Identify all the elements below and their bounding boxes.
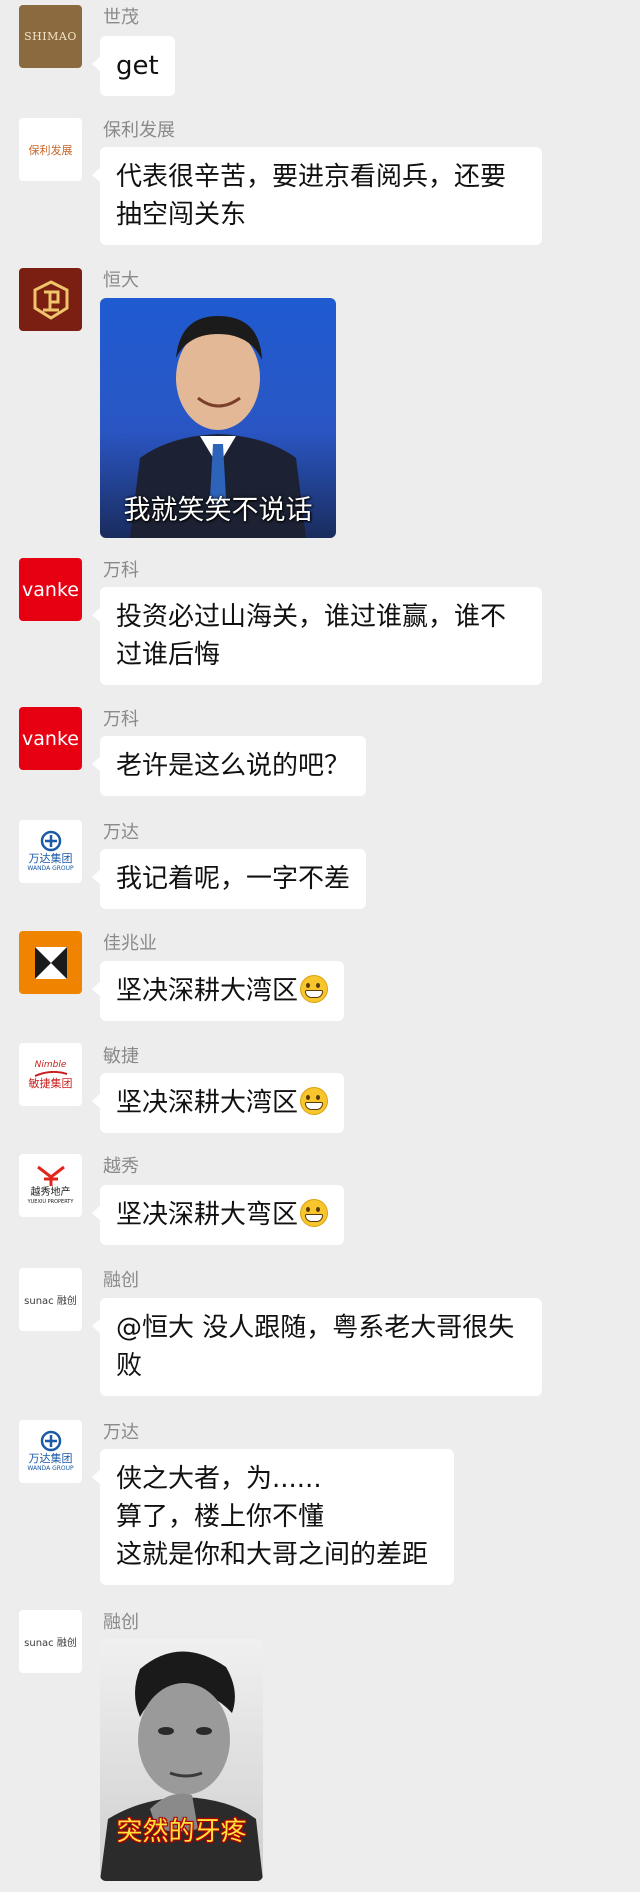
avatar-shimao[interactable]: SHIMAO bbox=[19, 5, 82, 68]
message-bubble[interactable]: 坚决深耕大湾区 bbox=[91, 961, 345, 1021]
message-text-row: 坚决深耕大湾区 bbox=[116, 972, 329, 1010]
avatar-wanda[interactable]: 万达集团 WANDA GROUP bbox=[19, 820, 82, 883]
avatar-vanke[interactable]: vanke bbox=[19, 707, 82, 770]
yuexiu-logo-text: 越秀地产 bbox=[30, 1187, 71, 1198]
grinning-face-emoji bbox=[300, 1087, 329, 1115]
message-text-line: @恒大 没人跟随，粤系老大哥很失 bbox=[116, 1313, 515, 1343]
sticker-image[interactable]: 突然的牙疼 bbox=[100, 1639, 263, 1881]
message-text-line: 代表很辛苦，要进京看阅兵，还要 bbox=[116, 162, 507, 192]
sender-name: 万科 bbox=[103, 709, 139, 730]
shimao-logo: SHIMAO bbox=[24, 30, 77, 43]
avatar-wanda[interactable]: 万达集团 WANDA GROUP bbox=[19, 1420, 82, 1483]
sender-name: 敏捷 bbox=[103, 1046, 139, 1067]
message-text-line: 侠之大者，为...... bbox=[116, 1464, 322, 1494]
yuexiu-logo-sub: YUEXIU PROPERTY bbox=[27, 1199, 74, 1205]
message-text-row: 坚决深耕大弯区 bbox=[116, 1196, 329, 1234]
wanda-logo-sub: WANDA GROUP bbox=[27, 865, 74, 872]
message-text-row: 坚决深耕大湾区 bbox=[116, 1084, 329, 1122]
message-text: 坚决深耕大湾区 bbox=[116, 976, 299, 1006]
grinning-face-emoji bbox=[300, 1199, 329, 1227]
message-text: 坚决深耕大弯区 bbox=[116, 1200, 299, 1230]
message-text-line: 抽空闯关东 bbox=[116, 200, 247, 230]
grinning-face-emoji bbox=[300, 975, 329, 1003]
sunac-logo: sunac 融创 bbox=[24, 1296, 77, 1307]
message-text: 我记着呢，一字不差 bbox=[116, 864, 351, 894]
avatar-yuexiu[interactable]: 越秀地产 YUEXIU PROPERTY bbox=[19, 1154, 82, 1217]
message-text-line: 算了，楼上你不懂 bbox=[116, 1502, 325, 1532]
vanke-logo: vanke bbox=[22, 578, 79, 601]
sticker-caption: 我就笑笑不说话 bbox=[123, 495, 313, 526]
chat-window[interactable]: SHIMAO 世茂 get 保利发展 保利发展 代表很辛苦，要进京看阅兵，还要 … bbox=[0, 0, 640, 1892]
kaisa-logo-icon bbox=[34, 946, 67, 979]
message-text-line: 这就是你和大哥之间的差距 bbox=[116, 1540, 429, 1570]
sender-name: 万科 bbox=[103, 560, 139, 581]
message-text: 老许是这么说的吧？ bbox=[116, 751, 351, 781]
message-bubble[interactable]: 代表很辛苦，要进京看阅兵，还要 抽空闯关东 bbox=[92, 147, 542, 245]
wanda-logo-icon bbox=[40, 1430, 61, 1452]
avatar-evergrande[interactable] bbox=[19, 268, 82, 331]
message-bubble[interactable]: 坚决深耕大弯区 bbox=[91, 1185, 345, 1245]
avatar-vanke[interactable]: vanke bbox=[19, 558, 82, 621]
message-bubble[interactable]: get bbox=[92, 36, 175, 96]
sender-name: 万达 bbox=[103, 822, 139, 843]
message-bubble[interactable]: 侠之大者，为...... 算了，楼上你不懂 这就是你和大哥之间的差距 bbox=[92, 1449, 454, 1585]
wanda-logo-text: 万达集团 bbox=[28, 1452, 73, 1465]
wanda-logo-sub: WANDA GROUP bbox=[27, 1465, 74, 1472]
vanke-logo: vanke bbox=[22, 727, 79, 750]
sender-name: 佳兆业 bbox=[103, 933, 157, 954]
sender-name: 越秀 bbox=[103, 1156, 139, 1177]
message-bubble[interactable]: 投资必过山海关，谁过谁赢，谁不 过谁后悔 bbox=[92, 587, 542, 685]
sender-name: 万达 bbox=[103, 1422, 139, 1443]
sender-name: 恒大 bbox=[103, 270, 139, 291]
message-text-line: 败 bbox=[116, 1351, 143, 1381]
avatar-nimble[interactable]: Nimble 敏捷集团 bbox=[19, 1043, 82, 1106]
wanda-logo-icon bbox=[40, 830, 61, 852]
message-text: 坚决深耕大湾区 bbox=[116, 1088, 299, 1118]
message-bubble[interactable]: 老许是这么说的吧？ bbox=[91, 736, 367, 796]
message-bubble[interactable]: 坚决深耕大湾区 bbox=[91, 1073, 345, 1133]
message-text-line: 投资必过山海关，谁过谁赢，谁不 bbox=[116, 602, 507, 632]
poly-logo: 保利发展 bbox=[28, 143, 73, 157]
yuexiu-logo-icon bbox=[36, 1165, 65, 1186]
evergrande-logo-icon bbox=[33, 279, 68, 320]
wanda-logo-text: 万达集团 bbox=[28, 852, 73, 865]
sender-name: 保利发展 bbox=[103, 120, 175, 141]
sticker-caption: 突然的牙疼 bbox=[116, 1817, 247, 1847]
sticker-image[interactable]: 我就笑笑不说话 bbox=[100, 298, 336, 538]
message-text: get bbox=[116, 51, 159, 81]
avatar-kaisa[interactable] bbox=[19, 931, 82, 994]
sender-name: 世茂 bbox=[103, 7, 139, 28]
avatar-sunac[interactable]: sunac 融创 bbox=[19, 1268, 82, 1331]
message-bubble[interactable]: @恒大 没人跟随，粤系老大哥很失 败 bbox=[92, 1298, 542, 1396]
sender-name: 融创 bbox=[103, 1270, 139, 1291]
message-bubble[interactable]: 我记着呢，一字不差 bbox=[91, 849, 367, 909]
avatar-sunac[interactable]: sunac 融创 bbox=[19, 1610, 82, 1673]
nimble-logo-sub: Nimble bbox=[34, 1059, 67, 1070]
sender-name: 融创 bbox=[103, 1612, 139, 1633]
message-text-line: 过谁后悔 bbox=[116, 640, 221, 670]
sunac-logo: sunac 融创 bbox=[24, 1638, 77, 1649]
avatar-poly[interactable]: 保利发展 bbox=[19, 118, 82, 181]
nimble-logo-text: 敏捷集团 bbox=[28, 1076, 73, 1090]
